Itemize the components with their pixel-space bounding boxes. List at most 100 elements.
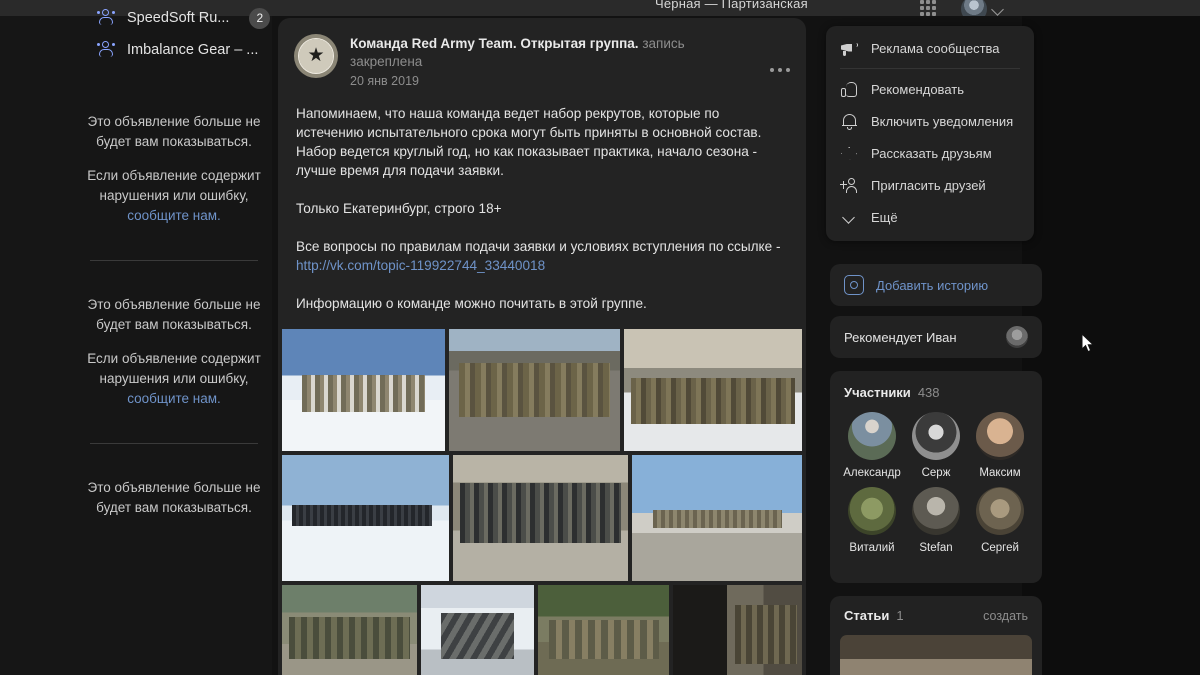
photo-row bbox=[282, 585, 802, 675]
menu-item-label: Ещё bbox=[871, 209, 898, 225]
member-item[interactable]: Stefan bbox=[904, 487, 968, 554]
menu-item-label: Пригласить друзей bbox=[871, 177, 986, 193]
post-photo[interactable] bbox=[673, 585, 802, 675]
member-avatar-maksim bbox=[976, 412, 1024, 460]
member-item[interactable]: Сергей bbox=[968, 487, 1032, 554]
menu-divider bbox=[840, 68, 1020, 69]
member-item[interactable]: Виталий bbox=[840, 487, 904, 554]
menu-item-notifications[interactable]: Включить уведомления bbox=[826, 105, 1034, 137]
sidebar-item-label: SpeedSoft Ru... bbox=[127, 10, 230, 26]
members-card: Участники 438 Александр Серж Максим Вита… bbox=[830, 371, 1042, 583]
post-link-intro: Все вопросы по правилам подачи заявки и … bbox=[296, 239, 781, 254]
post-photo[interactable] bbox=[632, 455, 802, 581]
post-link-paragraph: Все вопросы по правилам подачи заявки и … bbox=[296, 237, 788, 275]
post-photo[interactable] bbox=[282, 585, 418, 675]
post-photo[interactable] bbox=[624, 329, 802, 451]
ad-notice-text: Это объявление больше не будет вам показ… bbox=[87, 297, 261, 332]
post-photo[interactable] bbox=[448, 329, 621, 451]
menu-item-more[interactable]: Ещё bbox=[826, 201, 1034, 233]
member-name: Сергей bbox=[981, 542, 1019, 554]
member-item[interactable]: Серж bbox=[904, 412, 968, 479]
ad-block: Это объявление больше не будет вам показ… bbox=[74, 295, 274, 409]
menu-item-tell-friends[interactable]: Рассказать друзьям bbox=[826, 137, 1034, 169]
post-photo[interactable] bbox=[282, 329, 445, 451]
ad-report-link[interactable]: сообщите нам. bbox=[127, 208, 221, 223]
post-photo[interactable] bbox=[421, 585, 535, 675]
add-person-icon bbox=[840, 176, 859, 195]
post-link[interactable]: http://vk.com/topic-119922744_33440018 bbox=[296, 258, 545, 273]
bell-icon bbox=[840, 112, 859, 131]
member-name: Stefan bbox=[919, 542, 953, 554]
post-author-suffix: запись bbox=[642, 36, 685, 51]
share-arrow-icon bbox=[840, 144, 859, 163]
post-header-text: Команда Red Army Team. Открытая группа. … bbox=[350, 34, 685, 90]
recommended-by-card[interactable]: Рекомендует Иван bbox=[830, 316, 1042, 358]
chevron-down-icon bbox=[840, 208, 859, 227]
post-paragraph: Напоминаем, что наша команда ведет набор… bbox=[296, 106, 762, 178]
member-name: Серж bbox=[921, 467, 951, 479]
post-date[interactable]: 20 янв 2019 bbox=[350, 72, 685, 90]
articles-title[interactable]: Статьи bbox=[844, 608, 889, 623]
article-thumbnail[interactable] bbox=[840, 635, 1032, 675]
group-emblem-avatar[interactable]: ★ bbox=[294, 34, 338, 78]
sidebar-item-imbalance-gear[interactable]: Imbalance Gear – ... bbox=[96, 34, 286, 66]
menu-item-invite-friends[interactable]: Пригласить друзей bbox=[826, 169, 1034, 201]
member-avatar-vitaliy bbox=[848, 487, 896, 535]
ad-report-prefix: Если объявление содержит нарушения или о… bbox=[87, 351, 261, 386]
menu-item-label: Рассказать друзьям bbox=[871, 145, 992, 161]
menu-item-label: Включить уведомления bbox=[871, 113, 1014, 129]
ad-report-text: Если объявление содержит нарушения или о… bbox=[78, 349, 270, 409]
sidebar-item-speedsoft[interactable]: SpeedSoft Ru... 2 bbox=[96, 2, 286, 34]
sidebar-item-label: Imbalance Gear – ... bbox=[127, 42, 259, 58]
post-photo[interactable] bbox=[538, 585, 670, 675]
member-avatar-stefan bbox=[912, 487, 960, 535]
ad-notice-text: Это объявление больше не будет вам показ… bbox=[87, 480, 261, 515]
ad-divider bbox=[90, 260, 258, 261]
member-item[interactable]: Максим bbox=[968, 412, 1032, 479]
members-header: Участники 438 bbox=[830, 385, 1042, 400]
apps-grid-icon[interactable] bbox=[920, 0, 936, 16]
post-pinned-label: закреплена bbox=[350, 54, 423, 69]
photo-row bbox=[282, 455, 802, 581]
members-title[interactable]: Участники bbox=[844, 385, 911, 400]
menu-item-community-ads[interactable]: Реклама сообщества bbox=[826, 32, 1034, 64]
recommender-avatar bbox=[1006, 326, 1028, 348]
sidebar-item-badge: 2 bbox=[249, 7, 271, 29]
ad-block: Это объявление больше не будет вам показ… bbox=[74, 478, 274, 518]
post-photo[interactable] bbox=[452, 455, 629, 581]
articles-header: Статьи 1 создать bbox=[830, 608, 1042, 623]
thumbs-up-icon bbox=[840, 80, 859, 99]
chevron-down-icon[interactable] bbox=[991, 3, 1004, 16]
ad-column: Это объявление больше не будет вам показ… bbox=[74, 112, 274, 518]
member-name: Александр bbox=[843, 467, 901, 479]
ad-block: Это объявление больше не будет вам показ… bbox=[74, 112, 274, 226]
member-avatar-serzh bbox=[912, 412, 960, 460]
menu-item-recommend[interactable]: Рекомендовать bbox=[826, 73, 1034, 105]
mouse-cursor bbox=[1081, 333, 1095, 353]
add-story-button[interactable]: Добавить историю bbox=[830, 264, 1042, 306]
post-photo-grid bbox=[282, 329, 802, 675]
user-avatar[interactable] bbox=[961, 0, 987, 16]
ad-divider bbox=[90, 443, 258, 444]
post-text: Напоминаем, что наша команда ведет набор… bbox=[278, 90, 806, 313]
post-photo[interactable] bbox=[282, 455, 449, 581]
post-header: ★ Команда Red Army Team. Открытая группа… bbox=[278, 18, 806, 90]
ad-report-link[interactable]: сообщите нам. bbox=[127, 391, 221, 406]
more-options-icon[interactable] bbox=[770, 68, 790, 72]
sidebar-groups-list: SpeedSoft Ru... 2 Imbalance Gear – ... bbox=[96, 2, 286, 66]
recommended-by-label: Рекомендует Иван bbox=[844, 329, 957, 345]
create-article-button[interactable]: создать bbox=[983, 609, 1028, 623]
add-story-icon bbox=[844, 275, 864, 295]
member-avatar-aleksandr bbox=[848, 412, 896, 460]
add-story-label: Добавить историю bbox=[876, 277, 989, 293]
menu-item-label: Рекомендовать bbox=[871, 81, 964, 97]
post-author[interactable]: Команда Red Army Team. Открытая группа. … bbox=[350, 35, 685, 53]
right-background bbox=[1022, 16, 1200, 675]
member-name: Виталий bbox=[849, 542, 895, 554]
articles-count: 1 bbox=[896, 608, 904, 623]
post-paragraph: Только Екатеринбург, строго 18+ bbox=[296, 201, 502, 216]
post-closing: Информацию о команде можно почитать в эт… bbox=[296, 296, 647, 311]
ad-report-prefix: Если объявление содержит нарушения или о… bbox=[87, 168, 261, 203]
member-item[interactable]: Александр bbox=[840, 412, 904, 479]
group-people-icon bbox=[96, 40, 116, 60]
